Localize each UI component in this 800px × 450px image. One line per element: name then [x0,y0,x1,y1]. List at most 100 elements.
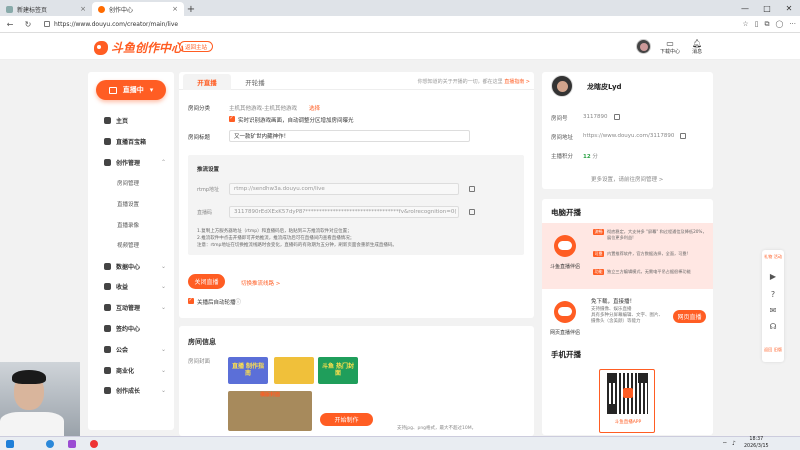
web-live-button[interactable]: 网页直播 [673,310,706,323]
chevron-down-icon: ⌄ [160,366,166,374]
auto-identify-checkbox[interactable] [229,115,235,122]
sidebar-item-growth[interactable]: 创作成长 ⌄ [88,384,174,396]
room-category-value: 主机其他游戏-主机其他游戏 [229,106,297,112]
horizontal-cover-preview[interactable]: 横版封面 [228,391,312,431]
collections-icon[interactable]: ⧉ [764,20,769,29]
close-icon[interactable]: × [172,5,178,13]
sidebar-item-home[interactable]: 主页 [88,114,174,126]
headset-icon[interactable]: ☊ [762,322,784,331]
tab-start-carousel[interactable]: 开轮播 [231,74,279,90]
floating-toolbar: 礼物 活动 ▶ ? ✉ ☊ 返回 旧版 [762,250,784,362]
profile-icon[interactable]: ◯ [775,20,783,29]
sidebar-item-guild[interactable]: 公会 ⌄ [88,343,174,355]
back-home-button[interactable]: 返回主站 [179,41,214,52]
live-settings-panel: 开直播 开轮播 你想知道的关于开播的一切，都在这里 直播指南 > 房间分类 主机… [179,72,534,318]
copy-icon[interactable] [614,114,620,120]
messages-link[interactable]: 🔔︎ 消息 [692,39,702,55]
live-guide-link[interactable]: 直播指南 > [504,79,530,85]
close-live-button[interactable]: 关闭直播 [188,274,225,289]
rtmp-address-field[interactable]: rtmp://sendhw3a.douyu.com/live [229,183,459,195]
url-field[interactable]: https://www.douyu.com/creator/main/live [40,18,600,30]
chevron-down-icon: ⌄ [160,303,166,311]
auto-identify-label: 实时识别游戏画面，自动调整分区增加房间曝光 [238,118,354,124]
sidebar-subitem-room[interactable]: 房间管理 [88,177,174,189]
cover-image-thumb[interactable] [274,357,314,384]
refresh-icon[interactable]: ↻ [22,20,34,29]
stream-key-field[interactable]: 3117890rEdXExK57dyP8?*******************… [229,206,459,218]
copy-icon[interactable] [469,186,475,192]
switch-line-link[interactable]: 切换推流线路 > [241,279,280,287]
qr-caption: 斗鱼直播APP [614,420,642,425]
tab-start-live[interactable]: 开直播 [183,74,231,90]
start-icon[interactable] [6,440,14,448]
sidebar-item-toolbox[interactable]: 直播百宝箱 [88,135,174,147]
qr-logo-icon [623,388,633,398]
network-icon[interactable]: ⌔ [722,440,728,448]
help-icon[interactable]: ? [762,290,784,299]
sidebar-subitem-live-settings[interactable]: 直播设置 [88,198,174,210]
sidebar-item-creation[interactable]: 创作管理 ⌃ [88,156,174,168]
favorite-icon[interactable]: ☆ [742,20,748,29]
feedback-icon[interactable]: ✉ [762,306,784,315]
select-category-link[interactable]: 选择 [309,104,320,112]
monitor-icon: ▭ [666,39,674,48]
sidebar-subitem-recordings[interactable]: 直播录像 [88,219,174,231]
back-icon[interactable]: ← [4,20,16,29]
sidebar-item-interaction[interactable]: 互动管理 ⌄ [88,301,174,313]
cover-guide-banner[interactable]: 直播 制作指南 [228,357,268,384]
copy-icon[interactable] [680,133,686,139]
download-center-link[interactable]: ▭ 下载中心 [660,39,680,55]
copy-icon[interactable] [469,209,475,215]
chevron-down-icon: ⌄ [160,262,166,270]
live-guide-tip: 你想知道的关于开播的一切，都在这里 直播指南 > [418,78,530,85]
tv-icon [108,86,117,94]
close-icon[interactable]: × [80,5,86,13]
streamer-avatar[interactable] [551,75,573,97]
live-companion-box[interactable]: 斗鱼直播伴侣 流畅 彻底稳定，大支持多 "屏幕" 和过程通信及降低20%，展位更… [542,223,713,289]
app-icon[interactable] [68,440,76,448]
browser-tab-creator[interactable]: 创作中心 × [92,2,184,16]
sidebar-item-label: 商业化 [116,367,135,375]
pc-live-title: 电脑开播 [551,208,581,217]
sidebar-item-contract[interactable]: 签约中心 [88,322,174,334]
return-old-version-link[interactable]: 返回 旧版 [762,347,784,352]
cover-hot-banner[interactable]: 斗鱼 热门封面 [318,357,358,384]
room-url-value: https://www.douyu.com/3117890 [583,133,675,139]
gift-activity-link[interactable]: 礼物 活动 [762,254,784,259]
more-icon[interactable]: ··· [789,20,796,29]
maximize-button[interactable]: □ [756,0,778,16]
play-icon[interactable]: ▶ [762,272,784,281]
chevron-down-icon: ⌄ [160,386,166,394]
sidebar-item-commerce[interactable]: 商业化 ⌄ [88,364,174,376]
sidebar-item-data[interactable]: 数据中心 ⌄ [88,260,174,272]
browser-tab-newtab[interactable]: 新建标签页 × [0,2,92,16]
edge-icon[interactable] [46,440,54,448]
douyu-favicon [98,5,105,13]
clock[interactable]: 18:37 2026/3/15 [744,437,769,450]
recorder-icon[interactable] [90,440,98,448]
guild-icon [104,345,111,353]
tab-label: 新建标签页 [17,6,48,14]
feature-text: 彻底稳定，大支持多 "屏幕" 和过程通信及降低20%，展位更多利益! [607,229,707,240]
start-making-button[interactable]: 开始制作 [320,413,373,426]
room-cover-label: 房间封面 [188,359,211,365]
companion-mascot-icon [554,235,576,257]
close-window-button[interactable]: ✕ [778,0,800,16]
contract-icon [104,324,111,332]
douyu-creator-logo[interactable]: 斗鱼创作中心 [94,39,183,56]
commerce-icon [104,366,111,374]
more-settings-link[interactable]: 更多设置，请前往房间管理 > [591,175,663,183]
sidebar-subitem-videos[interactable]: 视频管理 [88,239,174,251]
new-tab-button[interactable]: + [184,2,198,16]
help-icon[interactable]: ⓘ [235,297,241,306]
live-status-button[interactable]: 直播中 ▾ [96,80,166,100]
volume-icon[interactable]: ♪ [732,440,736,447]
app-qr-code: 斗鱼直播APP [599,369,655,433]
auto-carousel-checkbox[interactable] [188,297,194,304]
split-icon[interactable]: ▯ [755,20,759,29]
room-title-input[interactable]: 又一款矿世内藏神作！ [229,130,470,142]
web-line: 摄像头（含美颜）等能力 [591,319,641,324]
minimize-button[interactable]: — [734,0,756,16]
sidebar-item-income[interactable]: 收益 ⌄ [88,280,174,292]
header-avatar[interactable] [636,39,651,54]
